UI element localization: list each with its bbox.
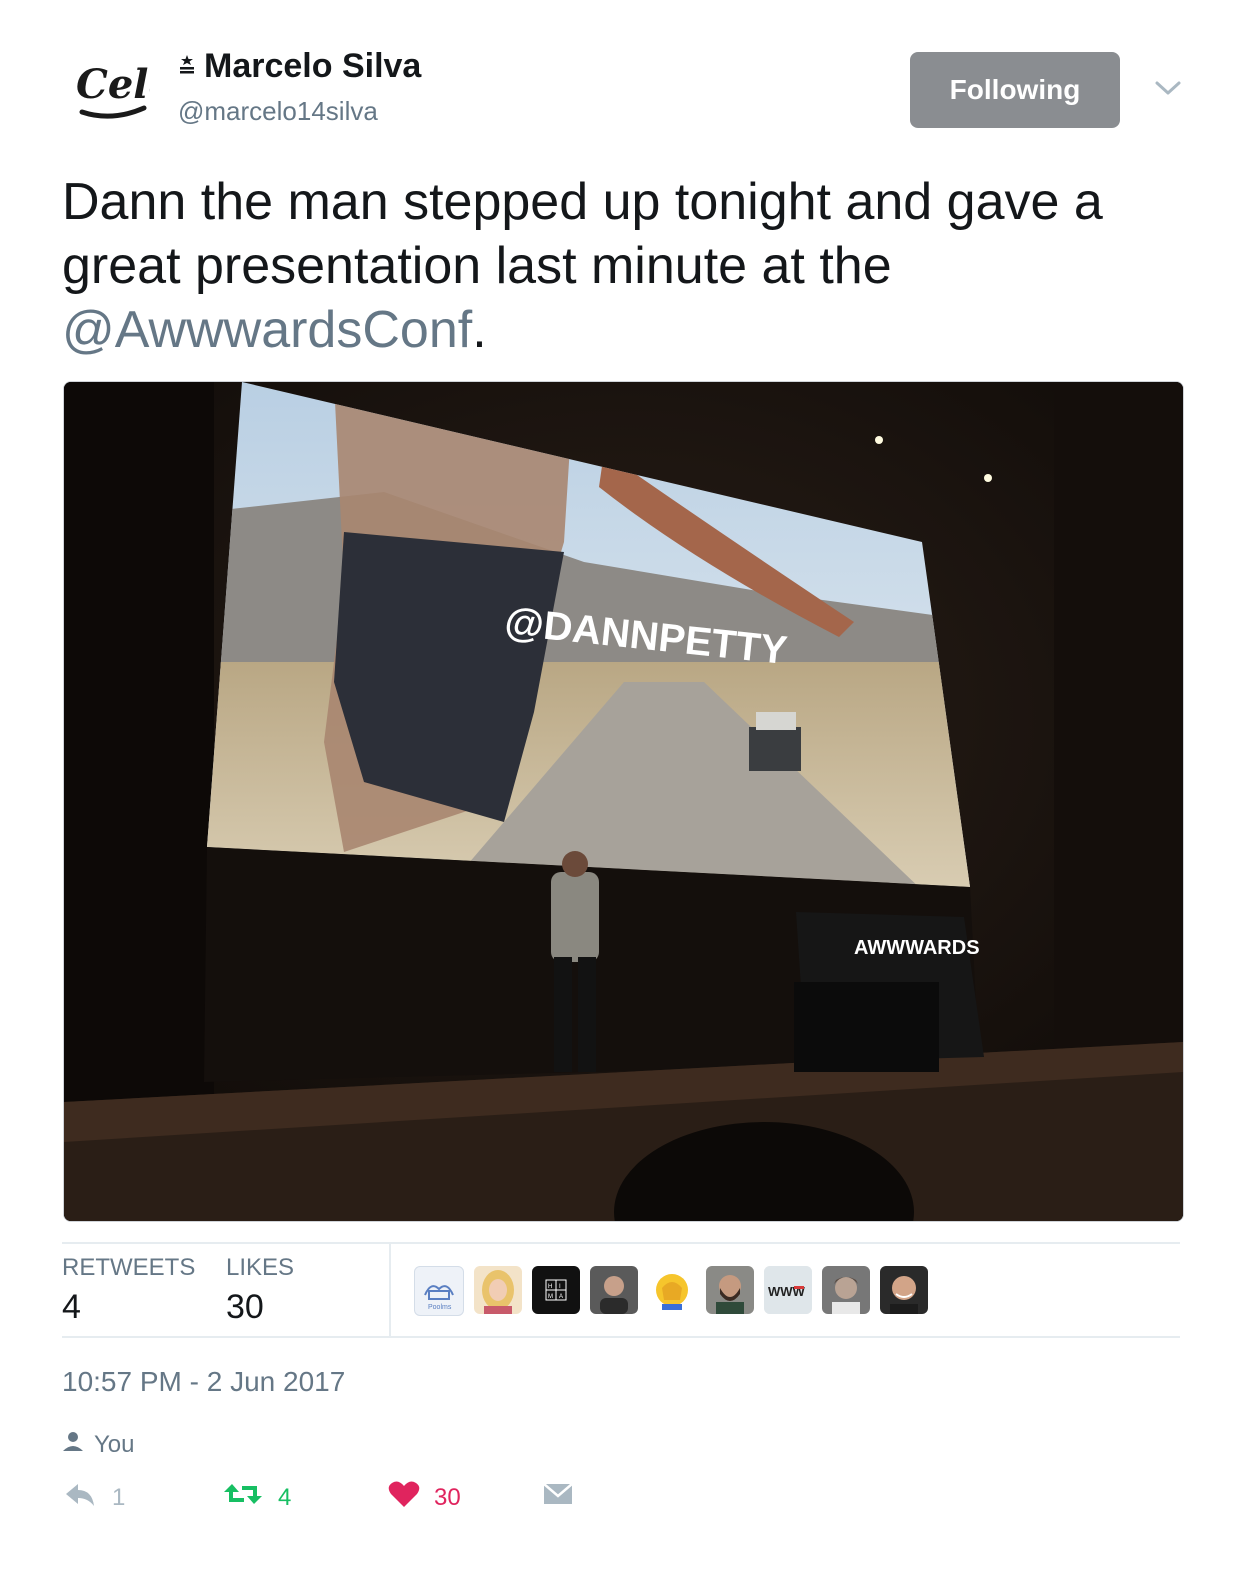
profile-logo-avatar[interactable]: Celo: [74, 50, 175, 130]
retweeted-by-row: You: [62, 1430, 135, 1459]
chevron-down-icon[interactable]: [1152, 76, 1184, 100]
liker-avatar-poolms[interactable]: Poolms: [414, 1266, 464, 1316]
liker-avatar-blonde[interactable]: [474, 1266, 522, 1314]
retweets-count[interactable]: 4: [62, 1288, 81, 1327]
svg-text:A: A: [559, 1294, 563, 1300]
liker-avatar-facepalm-emoji[interactable]: [648, 1266, 696, 1314]
retweet-action[interactable]: 4: [222, 1480, 291, 1515]
envelope-icon[interactable]: [542, 1480, 574, 1515]
svg-text:M: M: [548, 1294, 553, 1300]
tweet-text: Dann the man stepped up tonight and gave…: [62, 170, 1192, 362]
likes-count[interactable]: 30: [226, 1288, 264, 1327]
translator-badge-icon: [178, 54, 196, 79]
tweet-timestamp[interactable]: 10:57 PM - 2 Jun 2017: [62, 1366, 345, 1398]
heart-icon[interactable]: [388, 1480, 420, 1515]
reply-count: 1: [112, 1483, 126, 1511]
author-display-name[interactable]: Marcelo Silva: [204, 47, 421, 86]
podium-label: AWWWARDS: [854, 937, 980, 959]
svg-text:H: H: [548, 1284, 552, 1290]
liker-avatar-hima[interactable]: H IMA: [532, 1266, 580, 1314]
like-action[interactable]: 30: [388, 1480, 461, 1515]
liker-avatar-bearded-man[interactable]: [706, 1266, 754, 1314]
tweet-text-end: .: [472, 301, 487, 359]
likers-avatar-row: Poolms H IMA WWW: [414, 1266, 928, 1316]
reply-action[interactable]: 1: [62, 1480, 125, 1515]
author-handle[interactable]: @marcelo14silva: [178, 96, 378, 127]
liker-avatar-bald-man[interactable]: [590, 1266, 638, 1314]
direct-message-action[interactable]: [542, 1480, 574, 1515]
following-button[interactable]: Following: [910, 52, 1120, 128]
liker-avatar-young-man[interactable]: [822, 1266, 870, 1314]
svg-text:I: I: [559, 1284, 561, 1290]
tweet-text-body: Dann the man stepped up tonight and gave…: [62, 173, 1103, 295]
liker-avatar-www[interactable]: WWW: [764, 1266, 812, 1314]
retweet-icon[interactable]: [222, 1480, 264, 1515]
like-count: 30: [434, 1483, 461, 1511]
svg-text:Poolms: Poolms: [428, 1304, 452, 1311]
reply-icon[interactable]: [62, 1480, 98, 1515]
retweets-label[interactable]: RETWEETS: [62, 1254, 195, 1282]
you-label[interactable]: You: [94, 1431, 135, 1459]
stats-vertical-divider: [389, 1244, 391, 1336]
retweet-count: 4: [278, 1483, 292, 1511]
author-name-row[interactable]: Marcelo Silva: [178, 47, 421, 86]
tweet-photo[interactable]: @DANNPETTY AWWWARDS: [63, 381, 1184, 1222]
liker-avatar-smiling-man[interactable]: [880, 1266, 928, 1314]
stats-top-divider: [62, 1242, 1180, 1244]
likes-label[interactable]: LIKES: [226, 1254, 294, 1282]
tweet-actions-bar: 1 4 30: [62, 1480, 622, 1520]
person-icon: [62, 1430, 84, 1459]
logo-text: Celo: [76, 61, 150, 108]
mention-link[interactable]: @AwwwardsConf: [62, 301, 472, 359]
stats-bottom-divider: [62, 1336, 1180, 1338]
